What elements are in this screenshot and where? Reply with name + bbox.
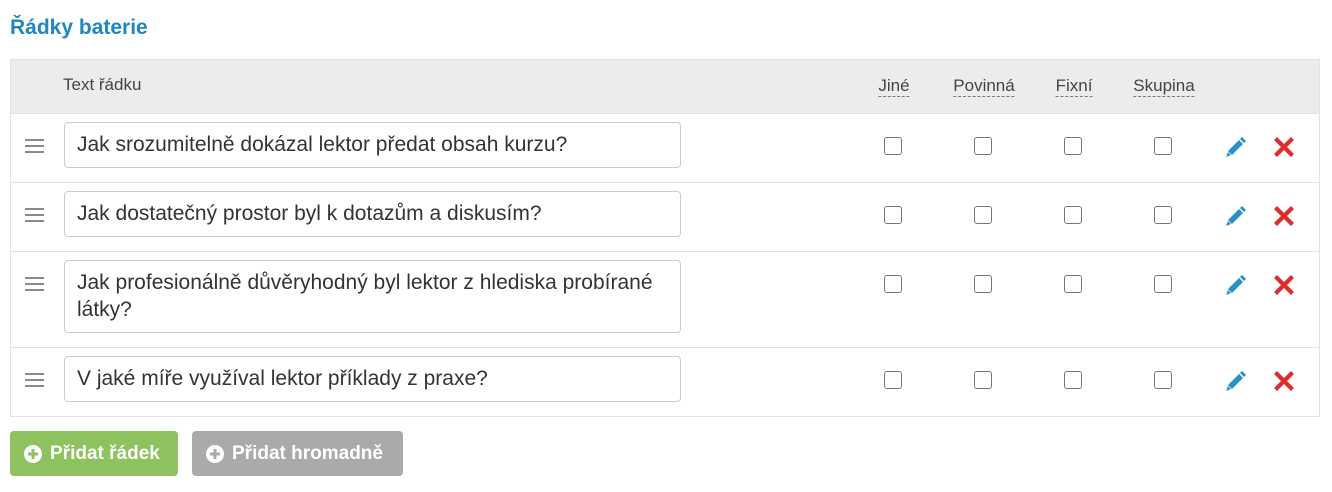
add-row-button[interactable]: Přidat řádek: [10, 431, 178, 476]
pencil-icon[interactable]: [1222, 134, 1248, 160]
checkbox-fixed[interactable]: [1064, 275, 1082, 293]
column-header-other[interactable]: Jiné: [878, 76, 910, 97]
table-row: V jaké míře využíval lektor příklady z p…: [11, 347, 1319, 416]
checkbox-group[interactable]: [1154, 371, 1172, 389]
checkbox-other[interactable]: [884, 206, 902, 224]
drag-handle-icon[interactable]: [25, 373, 45, 389]
drag-handle-icon[interactable]: [25, 139, 45, 155]
checkbox-required[interactable]: [974, 206, 992, 224]
row-text-input[interactable]: Jak dostatečný prostor byl k dotazům a d…: [64, 191, 681, 237]
section-title: Řádky baterie: [10, 16, 148, 39]
column-header-group[interactable]: Skupina: [1133, 76, 1195, 97]
add-row-label: Přidat řádek: [50, 442, 160, 464]
checkbox-fixed[interactable]: [1064, 206, 1082, 224]
row-text-input[interactable]: Jak srozumitelně dokázal lektor předat o…: [64, 122, 681, 168]
column-header-fixed[interactable]: Fixní: [1055, 76, 1093, 97]
table-row: Jak dostatečný prostor byl k dotazům a d…: [11, 182, 1319, 251]
pencil-icon[interactable]: [1222, 203, 1248, 229]
plus-circle-icon: [24, 444, 42, 463]
checkbox-group[interactable]: [1154, 137, 1172, 155]
drag-handle-icon[interactable]: [25, 277, 45, 293]
checkbox-group[interactable]: [1154, 275, 1172, 293]
checkbox-fixed[interactable]: [1064, 137, 1082, 155]
column-header-required[interactable]: Povinná: [953, 76, 1015, 97]
plus-circle-icon: [206, 444, 224, 463]
checkbox-required[interactable]: [974, 137, 992, 155]
close-icon[interactable]: [1270, 367, 1298, 395]
close-icon[interactable]: [1270, 271, 1298, 299]
close-icon[interactable]: [1270, 133, 1298, 161]
column-header-text: Text řádku: [63, 75, 142, 94]
checkbox-fixed[interactable]: [1064, 371, 1082, 389]
checkbox-required[interactable]: [974, 275, 992, 293]
checkbox-other[interactable]: [884, 137, 902, 155]
table-header: Text řádku Jiné Povinná Fixní Skupina: [11, 60, 1319, 113]
add-bulk-label: Přidat hromadně: [232, 442, 383, 464]
pencil-icon[interactable]: [1222, 272, 1248, 298]
pencil-icon[interactable]: [1222, 368, 1248, 394]
row-text-input[interactable]: V jaké míře využíval lektor příklady z p…: [64, 356, 681, 402]
checkbox-other[interactable]: [884, 371, 902, 389]
close-icon[interactable]: [1270, 202, 1298, 230]
row-text-input[interactable]: Jak profesionálně důvěryhodný byl lektor…: [64, 260, 681, 333]
checkbox-required[interactable]: [974, 371, 992, 389]
table-row: Jak srozumitelně dokázal lektor předat o…: [11, 113, 1319, 182]
table-row: Jak profesionálně důvěryhodný byl lektor…: [11, 251, 1319, 347]
checkbox-other[interactable]: [884, 275, 902, 293]
add-bulk-button[interactable]: Přidat hromadně: [192, 431, 403, 476]
drag-handle-icon[interactable]: [25, 208, 45, 224]
checkbox-group[interactable]: [1154, 206, 1172, 224]
battery-rows-table: Text řádku Jiné Povinná Fixní Skupina Ja…: [10, 59, 1320, 417]
